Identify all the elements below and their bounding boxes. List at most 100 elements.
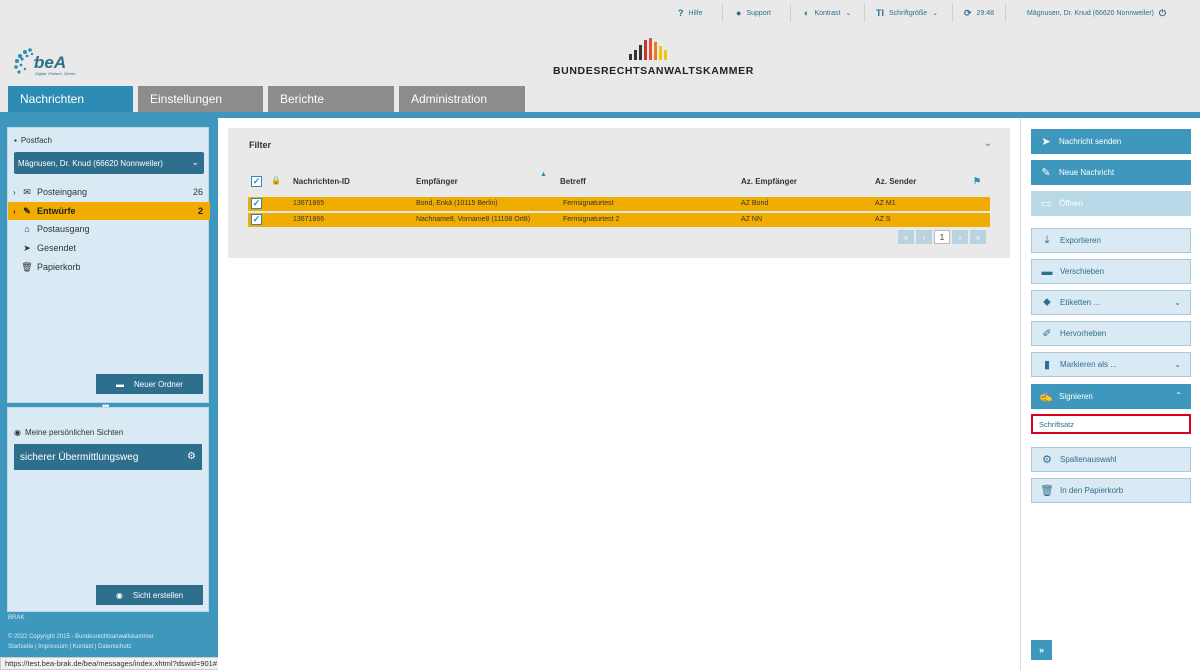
logo-subtext: Digital. Einfach. Sicher. [35, 71, 76, 76]
chevron-right-icon[interactable]: › [13, 188, 21, 197]
flag-icon[interactable]: ⚑ [973, 176, 981, 187]
views-panel: ◉ Meine persönlichen Sichten sicherer Üb… [7, 407, 209, 612]
user-logout[interactable]: Mägnusen, Dr. Knud (66620 Nonnweiler) ⏻ [1027, 0, 1166, 26]
folder-label: Gesendet [37, 243, 77, 253]
mailbox-select[interactable]: Mägnusen, Dr. Knud (66620 Nonnweiler) ⌄ [14, 152, 204, 174]
mailbox-select-value: Mägnusen, Dr. Knud (66620 Nonnweiler) [18, 158, 163, 168]
postfach-label: Postfach [20, 136, 52, 145]
expand-sidebar-button[interactable]: » [1031, 640, 1052, 660]
tab-administration[interactable]: Administration [399, 86, 525, 112]
new-message-button[interactable]: ✎ Neue Nachricht [1031, 160, 1191, 185]
col-nachrichten-id[interactable]: Nachrichten-ID [293, 177, 350, 186]
chevron-right-icon[interactable]: › [13, 207, 21, 216]
col-az-empfaenger[interactable]: Az. Empfänger [741, 177, 797, 186]
cell-subject: Fernsignaturtest [563, 200, 614, 207]
move-to-trash-label: In den Papierkorb [1060, 486, 1124, 495]
divider [864, 4, 865, 22]
cell-az-sender: AZ S [875, 216, 891, 223]
move-to-trash-button[interactable]: 🗑 In den Papierkorb [1031, 478, 1191, 503]
session-timer[interactable]: ⟳ 29:48 [964, 0, 994, 26]
chevron-up-icon: ⌃ [1175, 391, 1182, 400]
table-row[interactable]: ✓ 13671866 Nachname8, Vorname8 (11108 Or… [248, 213, 990, 227]
folder-postausgang[interactable]: ⌂ Postausgang [8, 220, 210, 238]
row-checkbox[interactable]: ✓ [251, 214, 262, 225]
folder-gesendet[interactable]: ➤ Gesendet [8, 239, 210, 257]
sign-schriftsatz-option[interactable]: Schriftsatz [1031, 414, 1191, 434]
chevron-down-icon[interactable]: ⌄ [984, 138, 992, 149]
cell-az-recipient: AZ NN [741, 216, 762, 223]
brak-bars-graphic [553, 38, 743, 60]
sign-dropdown[interactable]: ✍ Signieren ⌃ [1031, 384, 1191, 409]
footer-copyright: © 2022 Copyright 2015 - Bundesrechtsanwa… [8, 634, 154, 640]
labels-dropdown[interactable]: ⬥ Etiketten ... ⌄ [1031, 290, 1191, 315]
divider [1005, 4, 1006, 22]
table-header: ✓ 🔒 Nachrichten-ID Empfänger ▲ Betreff A… [248, 171, 990, 190]
tab-berichte[interactable]: Berichte [268, 86, 394, 112]
column-selection-button[interactable]: ⚙ Spaltenauswahl [1031, 447, 1191, 472]
mailbox-panel: ▪ Postfach Mägnusen, Dr. Knud (66620 Non… [7, 127, 210, 403]
pagination: « ‹ 1 › » [898, 230, 986, 244]
chevron-down-icon: ⌄ [845, 10, 852, 17]
new-folder-label: Neuer Ordner [134, 379, 183, 389]
status-url: https://test.bea-brak.de/bea/messages/in… [0, 657, 222, 670]
col-betreff[interactable]: Betreff [560, 177, 586, 186]
action-sidebar: ➤ Nachricht senden ✎ Neue Nachricht ▭ Öf… [1020, 118, 1200, 670]
row-checkbox[interactable]: ✓ [251, 198, 262, 209]
tab-einstellungen[interactable]: Einstellungen [138, 86, 263, 112]
message-list-panel: Filter ⌄ ✓ 🔒 Nachrichten-ID Empfänger ▲ … [228, 128, 1010, 258]
user-icon: ● [736, 8, 742, 18]
table-row[interactable]: ✓ 13671865 Bond, Enkä (10115 Berlin) Fer… [248, 197, 990, 211]
help-link[interactable]: ? Hilfe [678, 0, 703, 26]
open-label: Öffnen [1059, 199, 1083, 208]
bookmark-icon: ▮ [1043, 359, 1051, 371]
brak-name: BUNDESRECHTSANWALTSKAMMER [553, 65, 754, 77]
folder-label: Postausgang [37, 224, 90, 234]
chevron-down-icon: ⌄ [1174, 298, 1181, 307]
fontsize-dropdown[interactable]: TI Schriftgröße ⌄ [876, 0, 938, 26]
col-empfaenger[interactable]: Empfänger [416, 177, 458, 186]
highlight-button[interactable]: ✐ Hervorheben [1031, 321, 1191, 346]
tab-nachrichten[interactable]: Nachrichten [8, 86, 133, 112]
current-page[interactable]: 1 [934, 230, 950, 244]
paper-plane-icon: ➤ [23, 242, 31, 253]
view-item-label: sicherer Übermittlungsweg [20, 451, 139, 463]
power-icon[interactable]: ⏻ [1159, 8, 1166, 19]
lock-icon: 🔒 [271, 176, 281, 185]
brak-logo: BUNDESRECHTSANWALTSKAMMER [553, 38, 754, 78]
create-view-label: Sicht erstellen [132, 590, 184, 600]
trash-icon: 🗑 [21, 261, 33, 272]
sign-label: Signieren [1059, 392, 1093, 401]
chevron-down-icon: ⌄ [191, 157, 199, 167]
sort-asc-icon[interactable]: ▲ [540, 171, 547, 178]
support-link[interactable]: ● Support [736, 0, 771, 26]
folder-posteingang[interactable]: › ✉ Posteingang 26 [8, 183, 210, 201]
last-page-button[interactable]: » [970, 230, 986, 244]
col-az-sender[interactable]: Az. Sender [875, 177, 916, 186]
move-button[interactable]: ▬ Verschieben [1031, 259, 1191, 284]
support-label: Support [746, 9, 771, 17]
mark-as-dropdown[interactable]: ▮ Markieren als ... ⌄ [1031, 352, 1191, 377]
new-folder-button[interactable]: ▬ Neuer Ordner [96, 374, 203, 394]
pencil-icon: ✎ [1041, 167, 1051, 179]
select-all-checkbox[interactable]: ✓ [251, 176, 262, 187]
contrast-dropdown[interactable]: ◐ Kontrast ⌄ [804, 0, 851, 26]
gear-icon[interactable]: ⚙ [187, 451, 196, 462]
folder-papierkorb[interactable]: 🗑 Papierkorb [8, 258, 210, 276]
next-page-button[interactable]: › [952, 230, 968, 244]
eye-icon: ◉ [14, 428, 21, 437]
trash-icon: 🗑 [1040, 485, 1054, 497]
footer-links[interactable]: Startseite | Impressum | Kontakt | Daten… [8, 644, 131, 650]
contrast-icon: ◐ [804, 8, 810, 18]
send-message-button[interactable]: ➤ Nachricht senden [1031, 129, 1191, 154]
main-content: Filter ⌄ ✓ 🔒 Nachrichten-ID Empfänger ▲ … [218, 118, 1020, 670]
gear-icon: ⚙ [1042, 454, 1052, 466]
folder-entwuerfe[interactable]: › ✎ Entwürfe 2 [8, 202, 210, 220]
open-icon: ▭ [1040, 198, 1052, 210]
first-page-button[interactable]: « [898, 230, 914, 244]
view-item[interactable]: sicherer Übermittlungsweg ⚙ [14, 444, 202, 470]
open-button[interactable]: ▭ Öffnen [1031, 191, 1191, 216]
export-button[interactable]: ⤓ Exportieren [1031, 228, 1191, 253]
signature-icon: ✍ [1039, 391, 1053, 403]
prev-page-button[interactable]: ‹ [916, 230, 932, 244]
create-view-button[interactable]: ◉ Sicht erstellen [96, 585, 203, 605]
